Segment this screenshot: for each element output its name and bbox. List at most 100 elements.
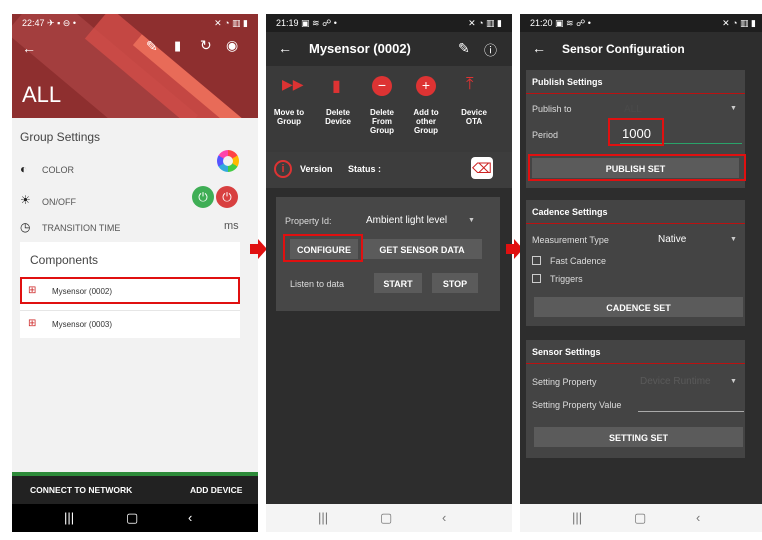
move-to-group-action[interactable]: ▶▶ Move to Group bbox=[272, 74, 316, 144]
back-arrow-icon[interactable]: ← bbox=[22, 40, 36, 56]
minus-circle-icon: − bbox=[372, 76, 392, 96]
color-wheel-button[interactable] bbox=[217, 150, 239, 172]
back-icon[interactable]: ‹ bbox=[696, 510, 700, 525]
delete-device-action[interactable]: ▮ Delete Device bbox=[316, 74, 360, 144]
home-icon[interactable]: ▢ bbox=[126, 510, 138, 526]
sensor-settings-header: Sensor Settings bbox=[526, 340, 745, 364]
status-label: Status : bbox=[348, 164, 382, 174]
edit-pencil-icon[interactable]: ✎ bbox=[458, 40, 470, 57]
brightness-icon: ☀ bbox=[20, 193, 31, 207]
chevron-down-icon[interactable]: ▼ bbox=[468, 217, 475, 224]
group-settings-label: Group Settings bbox=[20, 130, 101, 144]
setting-property-label: Setting Property bbox=[532, 377, 597, 387]
nav-bar: ||| ▢ ‹ bbox=[520, 504, 762, 532]
device-title: Mysensor (0002) bbox=[309, 41, 411, 56]
color-icon: ◐ bbox=[20, 162, 28, 176]
publish-settings-header: Publish Settings bbox=[526, 70, 745, 94]
trash-icon[interactable]: ▮ bbox=[174, 38, 181, 54]
highlight-box bbox=[528, 154, 746, 181]
publish-to-dropdown[interactable]: ALL bbox=[624, 104, 642, 115]
recent-apps-icon[interactable]: ||| bbox=[318, 510, 328, 525]
off-button[interactable]: ⏻ bbox=[216, 186, 238, 208]
sensor-settings-panel: Sensor Settings Setting Property Device … bbox=[526, 340, 745, 458]
recent-apps-icon[interactable]: ||| bbox=[64, 510, 74, 525]
toolbar: ← Mysensor (0002) ✎ ⓘ bbox=[266, 32, 512, 66]
period-label: Period bbox=[532, 130, 559, 140]
onoff-label: ON/OFF bbox=[42, 197, 76, 207]
stop-button[interactable]: STOP bbox=[432, 273, 478, 293]
start-button[interactable]: START bbox=[374, 273, 422, 293]
highlight-box bbox=[283, 234, 363, 262]
back-arrow-icon[interactable]: ← bbox=[278, 40, 292, 56]
screen-group-settings: 22:47 ✈ ▪ ⊖ • ✕ ◔ ▥ ▮ ← ✎ ▮ ↻ ◉ ALL Grou… bbox=[12, 14, 258, 532]
upload-icon: ⤒ bbox=[466, 74, 474, 93]
action-row: ▶▶ Move to Group ▮ Delete Device − Delet… bbox=[266, 66, 512, 152]
info-icon[interactable]: ⓘ bbox=[484, 40, 497, 59]
fast-cadence-label: Fast Cadence bbox=[550, 256, 607, 266]
triggers-checkbox[interactable] bbox=[532, 274, 541, 283]
cadence-settings-panel: Cadence Settings Measurement Type Native… bbox=[526, 200, 745, 326]
components-label: Components bbox=[30, 253, 99, 267]
highlight-box bbox=[608, 118, 664, 146]
home-icon[interactable]: ▢ bbox=[380, 510, 392, 526]
triggers-label: Triggers bbox=[550, 274, 583, 284]
plus-circle-icon: + bbox=[416, 76, 436, 96]
red-arrow bbox=[506, 244, 514, 254]
chevron-down-icon[interactable]: ▼ bbox=[730, 236, 737, 243]
get-sensor-data-button[interactable]: GET SENSOR DATA bbox=[362, 239, 482, 259]
chip-icon: ⊞ bbox=[28, 318, 37, 329]
recent-apps-icon[interactable]: ||| bbox=[572, 510, 582, 525]
screen-sensor-configuration: 21:20 ▣ ≋ ☍ • ✕ ◔ ▥ ▮ ← Sensor Configura… bbox=[520, 14, 762, 532]
listen-label: Listen to data bbox=[290, 279, 345, 289]
toolbar: ← Sensor Configuration bbox=[520, 32, 762, 66]
component-item-0003[interactable]: ⊞ Mysensor (0003) bbox=[20, 310, 240, 336]
chevron-down-icon[interactable]: ▼ bbox=[730, 378, 737, 385]
bottom-action-bar: CONNECT TO NETWORK ADD DEVICE bbox=[12, 476, 258, 504]
add-device-button[interactable]: ADD DEVICE bbox=[190, 485, 242, 495]
setting-property-value-label: Setting Property Value bbox=[532, 400, 622, 410]
screen-device: 21:19 ▣ ≋ ☍ • ✕ ◔ ▥ ▮ ← Mysensor (0002) … bbox=[266, 14, 512, 532]
trash-icon: ▮ bbox=[332, 78, 341, 95]
nav-bar: ||| ▢ ‹ bbox=[12, 504, 258, 532]
add-to-other-group-action[interactable]: + Add to other Group bbox=[404, 74, 448, 144]
setting-set-button[interactable]: SETTING SET bbox=[534, 427, 743, 447]
publish-to-label: Publish to bbox=[532, 104, 572, 114]
info-icon: i bbox=[274, 160, 292, 178]
back-icon[interactable]: ‹ bbox=[442, 510, 446, 525]
refresh-icon[interactable]: ↻ bbox=[200, 37, 212, 54]
connect-network-button[interactable]: CONNECT TO NETWORK bbox=[30, 485, 132, 495]
property-id-label: Property Id: bbox=[285, 216, 332, 226]
version-row: i Version Status : ⌫ bbox=[266, 152, 512, 188]
measurement-type-dropdown[interactable]: Native bbox=[658, 234, 686, 245]
cadence-settings-header: Cadence Settings bbox=[526, 200, 745, 224]
setting-property-dropdown[interactable]: Device Runtime bbox=[640, 376, 711, 387]
on-button[interactable]: ⏻ bbox=[192, 186, 214, 208]
status-bar: 21:20 ▣ ≋ ☍ • ✕ ◔ ▥ ▮ bbox=[520, 14, 762, 32]
clean-icon[interactable]: ⌫ bbox=[471, 157, 493, 179]
setting-property-value-input[interactable] bbox=[638, 398, 744, 412]
color-label: COLOR bbox=[42, 165, 75, 175]
delete-from-group-action[interactable]: − Delete From Group bbox=[360, 74, 404, 144]
cadence-set-button[interactable]: CADENCE SET bbox=[534, 297, 743, 317]
measurement-type-label: Measurement Type bbox=[532, 235, 609, 245]
back-arrow-icon[interactable]: ← bbox=[532, 40, 546, 56]
screen-title: Sensor Configuration bbox=[562, 42, 685, 56]
back-icon[interactable]: ‹ bbox=[188, 510, 192, 525]
red-arrow bbox=[250, 244, 258, 254]
fast-forward-icon: ▶▶ bbox=[282, 76, 304, 92]
transition-unit: ms bbox=[224, 220, 239, 232]
device-ota-action[interactable]: ⤒ Device OTA bbox=[452, 74, 496, 144]
status-bar: 21:19 ▣ ≋ ☍ • ✕ ◔ ▥ ▮ bbox=[266, 14, 512, 32]
edit-pencil-icon[interactable]: ✎ bbox=[146, 38, 158, 55]
chevron-down-icon[interactable]: ▼ bbox=[730, 105, 737, 112]
status-bar: 22:47 ✈ ▪ ⊖ • ✕ ◔ ▥ ▮ bbox=[22, 18, 248, 28]
highlight-box bbox=[20, 277, 240, 304]
version-label: Version bbox=[300, 164, 333, 174]
transition-time-label: TRANSITION TIME bbox=[42, 223, 121, 233]
group-title: ALL bbox=[22, 82, 62, 107]
property-dropdown[interactable]: Ambient light level bbox=[366, 215, 447, 226]
nav-bar: ||| ▢ ‹ bbox=[266, 504, 512, 532]
home-icon[interactable]: ▢ bbox=[634, 510, 646, 526]
settings-icon[interactable]: ◉ bbox=[226, 37, 238, 54]
fast-cadence-checkbox[interactable] bbox=[532, 256, 541, 265]
